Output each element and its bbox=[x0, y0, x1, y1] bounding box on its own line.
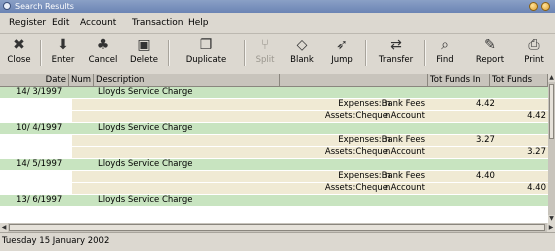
enter-button[interactable]: ⬇ Enter bbox=[46, 36, 80, 72]
funds-out-cell[interactable]: 4.40 bbox=[527, 183, 546, 194]
find-button[interactable]: ⌕ Find bbox=[430, 36, 460, 72]
minimize-icon[interactable] bbox=[529, 2, 538, 11]
description-cell[interactable]: Lloyds Service Charge bbox=[98, 87, 192, 98]
window-menu-icon[interactable] bbox=[3, 2, 11, 10]
split-account-cell[interactable]: Assets:Cheque Account bbox=[325, 183, 425, 194]
transaction-row[interactable]: 14/ 3/1997 Lloyds Service Charge bbox=[0, 87, 548, 98]
scroll-left-icon[interactable]: ◀ bbox=[0, 223, 8, 232]
date-cell[interactable]: 14/ 5/1997 bbox=[16, 159, 62, 170]
column-header-row: Date Num Description Tot Funds In Tot Fu… bbox=[0, 74, 548, 97]
split-account-cell[interactable]: Assets:Cheque Account bbox=[325, 147, 425, 158]
trash-icon: ▣ bbox=[137, 37, 151, 53]
menu-account[interactable]: Account bbox=[80, 18, 116, 29]
transfer-icon: ⇄ bbox=[390, 37, 402, 53]
printer-icon: ⎙ bbox=[528, 37, 540, 53]
column-header-description[interactable]: Description bbox=[94, 74, 280, 86]
split-button[interactable]: ⑂ Split bbox=[250, 36, 280, 72]
split-row[interactable]: Assets:Cheque Account n 4.42 bbox=[72, 111, 548, 122]
toolbar-separator bbox=[168, 40, 170, 66]
scroll-up-icon[interactable]: ▲ bbox=[548, 74, 555, 82]
description-cell[interactable]: Lloyds Service Charge bbox=[98, 159, 192, 170]
scroll-right-icon[interactable]: ▶ bbox=[547, 223, 555, 232]
vertical-scroll-thumb[interactable] bbox=[549, 84, 554, 139]
description-cell[interactable]: Lloyds Service Charge bbox=[98, 195, 192, 206]
toolbar: ✖ Close ⬇ Enter ♣ Cancel ▣ Delete ❐ Dupl… bbox=[0, 34, 555, 75]
date-cell[interactable]: 13/ 6/1997 bbox=[16, 195, 62, 206]
blank-button[interactable]: ◇ Blank bbox=[284, 36, 320, 72]
split-account-cell[interactable]: Assets:Cheque Account bbox=[325, 111, 425, 122]
jump-icon: ➶ bbox=[336, 37, 348, 53]
find-icon: ⌕ bbox=[441, 37, 449, 53]
menu-help[interactable]: Help bbox=[188, 18, 209, 29]
reconcile-flag[interactable]: n bbox=[385, 147, 390, 158]
transaction-row[interactable]: 14/ 5/1997 Lloyds Service Charge bbox=[0, 159, 548, 170]
funds-in-cell[interactable]: 4.42 bbox=[476, 99, 495, 110]
column-header-date[interactable]: Date bbox=[0, 74, 69, 86]
funds-out-cell[interactable]: 4.42 bbox=[527, 111, 546, 122]
blank-icon: ◇ bbox=[296, 37, 308, 53]
date-cell[interactable]: 10/ 4/1997 bbox=[16, 123, 62, 134]
menu-edit[interactable]: Edit bbox=[52, 18, 69, 29]
reconcile-flag[interactable]: n bbox=[385, 111, 390, 122]
split-row[interactable]: Expenses:Bank Fees n 4.42 bbox=[72, 99, 548, 110]
date-cell[interactable]: 14/ 3/1997 bbox=[16, 87, 62, 98]
close-button[interactable]: ✖ Close bbox=[2, 36, 36, 72]
status-date: Tuesday 15 January 2002 bbox=[2, 236, 110, 246]
duplicate-icon: ❐ bbox=[199, 37, 213, 53]
funds-out-cell[interactable]: 3.27 bbox=[527, 147, 546, 158]
toolbar-separator bbox=[365, 40, 367, 66]
horizontal-scrollbar[interactable]: ◀ ▶ bbox=[0, 223, 555, 232]
column-header-funds-out[interactable]: Tot Funds Out bbox=[490, 74, 548, 97]
window-titlebar: Search Results bbox=[0, 0, 555, 13]
split-account-cell[interactable]: Expenses:Bank Fees bbox=[338, 135, 425, 146]
horizontal-scroll-thumb[interactable] bbox=[9, 224, 545, 231]
menu-transaction[interactable]: Transaction bbox=[132, 18, 184, 29]
transaction-row[interactable]: 13/ 6/1997 Lloyds Service Charge bbox=[0, 195, 548, 206]
reconcile-flag[interactable]: n bbox=[385, 99, 390, 110]
toolbar-separator bbox=[424, 40, 426, 66]
column-header-funds-in[interactable]: Tot Funds In bbox=[428, 74, 490, 86]
menu-register[interactable]: Register bbox=[9, 18, 46, 29]
duplicate-button[interactable]: ❐ Duplicate bbox=[172, 36, 240, 72]
status-bar: Tuesday 15 January 2002 bbox=[0, 232, 555, 251]
description-cell[interactable]: Lloyds Service Charge bbox=[98, 123, 192, 134]
transaction-row[interactable]: 10/ 4/1997 Lloyds Service Charge bbox=[0, 123, 548, 134]
delete-button[interactable]: ▣ Delete bbox=[124, 36, 164, 72]
transfer-button[interactable]: ⇄ Transfer bbox=[372, 36, 420, 72]
split-icon: ⑂ bbox=[260, 37, 270, 53]
vertical-scrollbar[interactable]: ▲ ▼ bbox=[548, 74, 555, 223]
toolbar-separator bbox=[40, 40, 42, 66]
scroll-down-icon[interactable]: ▼ bbox=[548, 215, 555, 223]
funds-in-cell[interactable]: 4.40 bbox=[476, 171, 495, 182]
reconcile-flag[interactable]: n bbox=[385, 183, 390, 194]
menu-bar: Register Edit Account Transaction Help bbox=[0, 13, 555, 34]
toolbar-separator bbox=[244, 40, 246, 66]
reconcile-flag[interactable]: n bbox=[385, 135, 390, 146]
print-button[interactable]: ⎙ Print bbox=[516, 36, 552, 72]
cancel-icon: ♣ bbox=[96, 37, 110, 53]
report-icon: ✎ bbox=[484, 37, 496, 53]
funds-in-cell[interactable]: 3.27 bbox=[476, 135, 495, 146]
split-account-cell[interactable]: Expenses:Bank Fees bbox=[338, 171, 425, 182]
split-account-cell[interactable]: Expenses:Bank Fees bbox=[338, 99, 425, 110]
register-grid: Date Num Description Tot Funds In Tot Fu… bbox=[0, 74, 548, 223]
column-header-blank bbox=[280, 74, 428, 86]
split-row[interactable]: Expenses:Bank Fees n 3.27 bbox=[72, 135, 548, 146]
split-row[interactable]: Assets:Cheque Account n 4.40 bbox=[72, 183, 548, 194]
maximize-icon[interactable] bbox=[541, 2, 550, 11]
cancel-button[interactable]: ♣ Cancel bbox=[84, 36, 122, 72]
column-header-num[interactable]: Num bbox=[69, 74, 94, 86]
enter-icon: ⬇ bbox=[57, 37, 69, 53]
split-row[interactable]: Assets:Cheque Account n 3.27 bbox=[72, 147, 548, 158]
window-title: Search Results bbox=[15, 2, 74, 11]
jump-button[interactable]: ➶ Jump bbox=[324, 36, 360, 72]
close-icon: ✖ bbox=[13, 37, 25, 53]
report-button[interactable]: ✎ Report bbox=[470, 36, 510, 72]
split-row[interactable]: Expenses:Bank Fees n 4.40 bbox=[72, 171, 548, 182]
reconcile-flag[interactable]: n bbox=[385, 171, 390, 182]
